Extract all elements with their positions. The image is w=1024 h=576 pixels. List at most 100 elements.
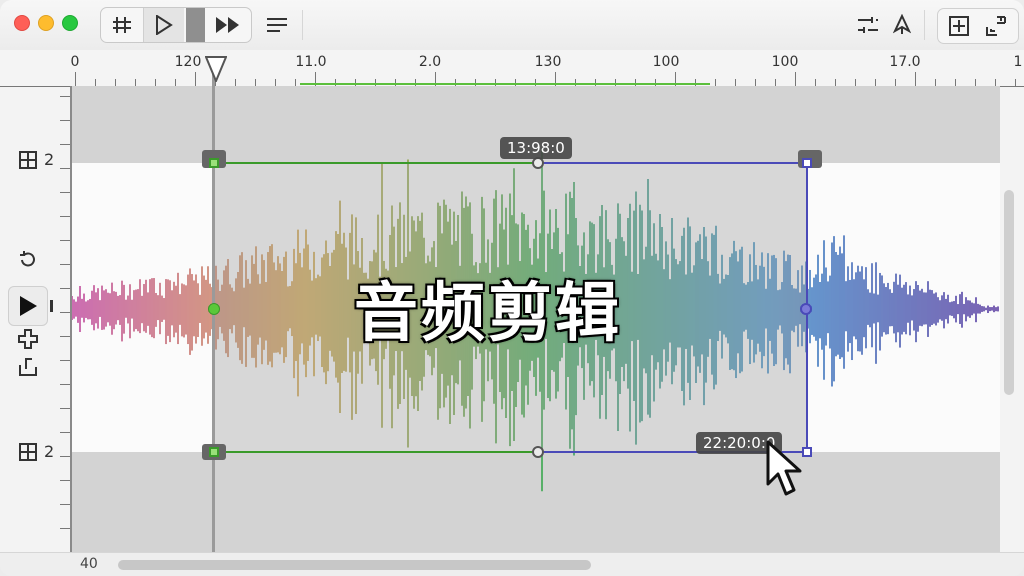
handle-top-left[interactable] [209,158,219,168]
menu-button[interactable] [262,10,292,40]
adjust-button[interactable] [853,10,883,40]
handle-right-middle[interactable] [800,303,812,315]
ruler-label: 130 [534,54,562,70]
minimize-window-button[interactable] [38,15,54,31]
ruler-tick [95,79,96,86]
ruler-tick [775,79,776,86]
export-icon [19,358,37,376]
move-icon [18,329,38,349]
ruler-label: 1 [1013,54,1023,70]
ruler-tick [195,72,196,86]
selection-top-edge-right [538,162,808,164]
audio-editor-window: 0 120 11.0 2.0 130 100 100 17.0 1 2 2 13… [0,0,1024,576]
ruler-tick [275,79,276,86]
ruler-label: 100 [771,54,799,70]
zoom-window-button[interactable] [62,15,78,31]
vertical-ruler-tick [60,264,70,265]
vertical-ruler-tick [60,456,70,457]
vertical-ruler-tick [60,168,70,169]
ruler-tick [295,79,296,86]
play-icon [20,296,37,316]
horizontal-scrollbar[interactable] [118,560,591,570]
vertical-ruler-tick [60,384,70,385]
vertical-ruler-tick [60,312,70,313]
ruler-tick [995,79,996,86]
fast-forward-button[interactable] [205,8,251,42]
pen-button[interactable] [887,10,917,40]
handle-top-right[interactable] [802,158,812,168]
ruler-label: 0 [70,54,80,70]
track-label-top: 2 [44,150,55,169]
time-ruler[interactable]: 0 120 11.0 2.0 130 100 100 17.0 1 [0,50,1024,87]
vertical-ruler-tick [60,336,70,337]
handle-bottom-left[interactable] [209,447,219,457]
add-marker-button[interactable] [944,11,974,41]
ruler-tick [75,72,76,86]
track-header-bottom[interactable] [16,440,40,464]
loop-button[interactable] [16,248,40,272]
ruler-tick [735,79,736,86]
toolbar-divider [302,10,303,40]
transport-controls [100,7,252,43]
add-marker-icon [949,16,969,36]
vertical-ruler-tick [60,528,70,529]
transport-slider-handle[interactable] [186,8,205,42]
ruler-tick [855,79,856,86]
ruler-tick [835,79,836,86]
ruler-tick [795,72,796,86]
mouse-cursor-icon [766,440,808,500]
vertical-ruler-tick [60,216,70,217]
adjust-icon [858,17,878,33]
ruler-tick [895,79,896,86]
trim-button[interactable] [101,8,144,42]
vertical-ruler-tick [60,120,70,121]
ruler-tick [875,79,876,86]
vertical-ruler-tick [60,96,70,97]
ruler-label: 17.0 [889,54,921,70]
track-label-bottom: 2 [44,442,55,461]
ruler-tick [235,79,236,86]
ruler-tick [935,79,936,86]
crop-button[interactable] [982,11,1012,41]
handle-left-middle[interactable] [208,303,220,315]
pen-icon [893,14,911,34]
ruler-tick [815,79,816,86]
track-level-mark [50,300,53,312]
timeline-position-label: 40 [80,556,98,572]
export-button[interactable] [16,355,40,379]
vertical-ruler-tick [60,480,70,481]
vertical-ruler-tick [60,288,70,289]
toolbar-divider [924,10,925,40]
playhead-marker-icon [205,56,227,82]
close-window-button[interactable] [14,15,30,31]
ruler-range-indicator [300,83,710,85]
view-controls [937,8,1019,44]
vertical-ruler-tick [60,240,70,241]
play-button[interactable] [144,8,184,42]
track-header-top[interactable] [16,148,40,172]
caption-title: 音频剪辑 [354,277,622,351]
vertical-ruler-tick [60,192,70,193]
selection-bottom-edge-left [214,451,538,453]
fast-forward-icon [216,17,239,33]
playhead[interactable] [205,56,227,82]
side-play-button[interactable] [8,286,48,326]
vertical-ruler-tick [60,360,70,361]
ruler-label: 100 [652,54,680,70]
ruler-tick [135,79,136,86]
ruler-tick [115,79,116,86]
handle-bottom-middle[interactable] [532,446,544,458]
move-button[interactable] [16,327,40,351]
ruler-tick [255,79,256,86]
vertical-ruler [70,86,72,552]
crop-icon [986,16,1006,36]
vertical-ruler-tick [60,504,70,505]
ruler-label: 120 [174,54,202,70]
ruler-tick [755,79,756,86]
vertical-scrollbar[interactable] [1004,190,1014,395]
ruler-tick [1015,79,1016,86]
ruler-label: 11.0 [295,54,327,70]
grid-icon [19,443,37,461]
toolbar [0,0,1024,51]
vertical-ruler-tick [60,408,70,409]
